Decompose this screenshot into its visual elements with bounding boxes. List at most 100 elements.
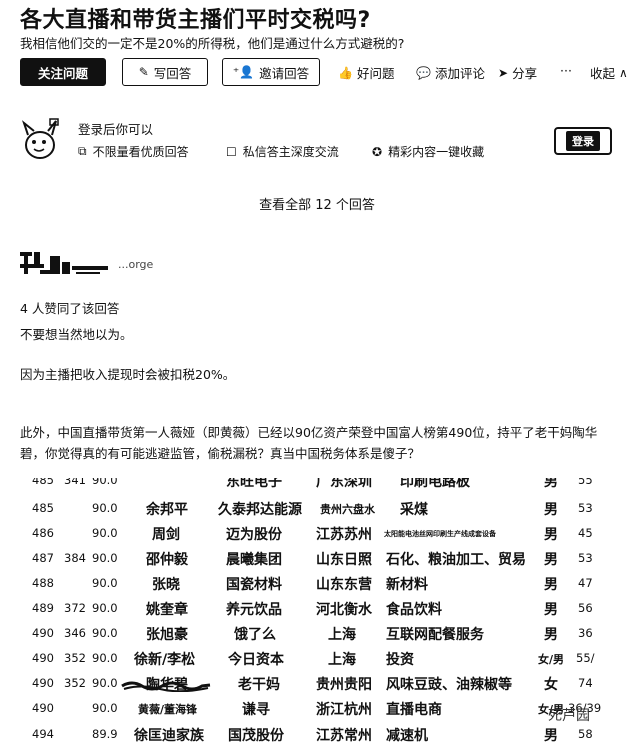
company-cell: 迈为股份 [226, 527, 282, 543]
perk-label: 不限量看优质回答 [92, 145, 189, 159]
wealth-cell: 89.9 [92, 727, 118, 741]
table-row: 490 90.0 黄薇/董海锋 谦寻 浙江杭州 直播电商 女/男 36/39 [28, 696, 618, 721]
industry-cell: 石化、粮油加工、贸易 [386, 552, 526, 568]
follow-label: 关注问题 [37, 65, 88, 81]
share-label: 分享 [512, 66, 538, 81]
wealth-cell: 90.0 [92, 626, 118, 640]
company-cell: 国瓷材料 [226, 577, 282, 593]
age-cell: 55/ [576, 651, 595, 665]
perk-unlimited-answers: ⧉ 不限量看优质回答 [78, 143, 189, 160]
gender-cell: 男 [544, 602, 558, 618]
location-cell: 贵州六盘水 [320, 503, 375, 516]
location-cell: 江苏常州 [316, 728, 372, 744]
rank-cell: 490 [32, 701, 54, 715]
share-button[interactable]: ➤ 分享 [498, 63, 537, 82]
company-cell: 谦寻 [242, 702, 270, 718]
gender-cell: 男 [544, 577, 558, 593]
age-cell: 47 [578, 576, 593, 590]
wealth-cell: 90.0 [92, 701, 118, 715]
location-cell: 河北衡水 [316, 602, 372, 618]
table-row: 490 352 90.0 徐新/李松 今日资本 上海 投资 女/男 55/ [28, 646, 618, 671]
industry-cell: 太阳能电池丝网印刷生产线成套设备 [384, 529, 496, 538]
login-label: 登录 [566, 131, 600, 151]
answer-paragraph: 不要想当然地以为。 [20, 327, 133, 342]
mascot-icon [21, 118, 59, 159]
rank-cell: 485 [32, 478, 54, 487]
wealth-cell: 90.0 [92, 551, 118, 565]
prev-rank-cell: 384 [64, 551, 86, 565]
location-cell: 上海 [328, 652, 356, 668]
prev-rank-cell: 341 [64, 478, 86, 487]
answer-author[interactable]: ...orge [20, 246, 160, 280]
gender-cell: 男 [544, 552, 558, 568]
comment-label: 添加评论 [434, 66, 485, 81]
invite-answer-button[interactable]: ⁺👤 邀请回答 [222, 58, 320, 86]
location-cell: 贵州贵阳 [316, 677, 372, 693]
table-row: 494 89.9 徐匡迪家族 国茂股份 江苏常州 减速机 男 58 [28, 722, 618, 747]
rank-cell: 490 [32, 626, 54, 640]
age-cell: 45 [578, 526, 593, 540]
gender-cell: 男 [544, 478, 558, 490]
prev-rank-cell: 346 [64, 626, 86, 640]
table-row: 486 90.0 周剑 迈为股份 江苏苏州 太阳能电池丝网印刷生产线成套设备 男… [28, 521, 618, 546]
answer-paragraph: 因为主播把收入提现时会被扣税20%。 [20, 367, 236, 382]
name-cell: 周剑 [152, 527, 180, 543]
industry-cell: 互联网配餐服务 [386, 627, 484, 643]
copy-icon: ⧉ [78, 144, 87, 158]
collapse-button[interactable]: 收起 ∧ [590, 63, 628, 82]
add-comment-button[interactable]: 💬 添加评论 [416, 63, 485, 82]
login-button[interactable]: 登录 [554, 127, 612, 155]
good-question-button[interactable]: 👍 好问题 [338, 63, 394, 82]
age-cell: 36 [578, 626, 593, 640]
rank-cell: 486 [32, 526, 54, 540]
follow-question-button[interactable]: 关注问题 [20, 58, 106, 86]
name-cell: 徐匡迪家族 [134, 728, 204, 744]
name-cell: 张旭豪 [146, 627, 188, 643]
wealth-cell: 90.0 [92, 526, 118, 540]
author-avatar [20, 252, 108, 274]
write-answer-button[interactable]: ✎ 写回答 [122, 58, 208, 86]
name-cell: 姚奎章 [146, 602, 188, 618]
gender-cell: 男 [544, 527, 558, 543]
table-row: 485 341 90.0 东旺电子 广东深圳 印刷电路板 男 55 [28, 478, 618, 493]
question-actions: 关注问题 ✎ 写回答 ⁺👤 邀请回答 👍 好问题 💬 添加评论 ➤ 分享 ···… [20, 58, 634, 88]
wealth-cell: 90.0 [92, 651, 118, 665]
rank-cell: 489 [32, 601, 54, 615]
view-all-answers-link[interactable]: 查看全部 12 个回答 [0, 194, 634, 213]
more-label: ··· [560, 63, 572, 78]
industry-cell: 印刷电路板 [400, 478, 470, 490]
age-cell: 56 [578, 601, 593, 615]
watermark: 死芦园 [548, 708, 590, 724]
company-cell: 晨曦集团 [226, 552, 282, 568]
table-row: 489 372 90.0 姚奎章 养元饮品 河北衡水 食品饮料 男 56 [28, 596, 618, 621]
table-row: 488 90.0 张晓 国瓷材料 山东东营 新材料 男 47 [28, 571, 618, 596]
industry-cell: 新材料 [386, 577, 428, 593]
name-cell: 余邦平 [146, 502, 188, 518]
wealth-cell: 90.0 [92, 601, 118, 615]
author-name[interactable]: ...orge [118, 258, 153, 271]
chevron-up-icon: ∧ [619, 65, 628, 80]
industry-cell: 投资 [386, 652, 414, 668]
location-cell: 山东日照 [316, 552, 372, 568]
message-icon: ☐ [226, 144, 237, 159]
rich-list-image: 485 341 90.0 东旺电子 广东深圳 印刷电路板 男 55 485 90… [28, 478, 618, 755]
rank-cell: 494 [32, 727, 54, 741]
wealth-cell: 90.0 [92, 478, 118, 487]
company-cell: 老干妈 [238, 677, 280, 693]
industry-cell: 风味豆豉、油辣椒等 [386, 677, 512, 693]
table-row: 490 346 90.0 张旭豪 饿了么 上海 互联网配餐服务 男 36 [28, 621, 618, 646]
name-cell: 邵仲毅 [146, 552, 188, 568]
rank-cell: 485 [32, 501, 54, 515]
location-cell: 江苏苏州 [316, 527, 372, 543]
answer-paragraph: 此外，中国直播带货第一人薇娅（即黄薇）已经以90亿资产荣登中国富人榜第490位，… [20, 425, 598, 461]
star-icon: ✪ [372, 144, 383, 159]
gender-cell: 男 [544, 627, 558, 643]
login-prompt: 登录后你可以 ⧉ 不限量看优质回答 ☐ 私信答主深度交流 ✪ 精彩内容一键收藏 … [20, 113, 620, 173]
comment-icon: 💬 [416, 65, 431, 80]
write-label: 写回答 [153, 65, 192, 81]
more-button[interactable]: ··· [560, 63, 572, 78]
industry-cell: 直播电商 [386, 702, 442, 718]
company-cell: 今日资本 [228, 652, 284, 668]
location-cell: 浙江杭州 [316, 702, 372, 718]
pencil-icon: ✎ [138, 65, 149, 79]
